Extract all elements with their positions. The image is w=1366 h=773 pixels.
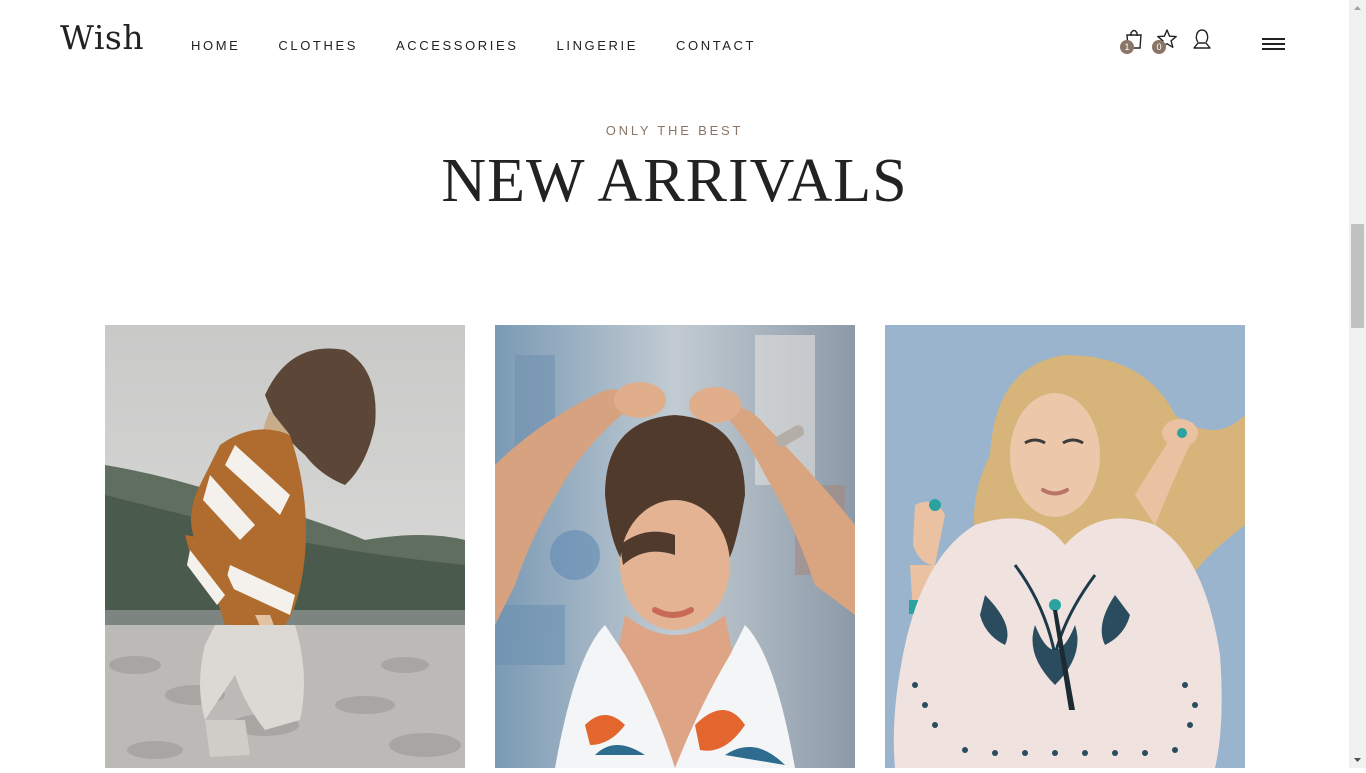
nav-item-contact[interactable]: CONTACT: [676, 38, 756, 53]
hamburger-menu-icon: [1262, 38, 1285, 40]
header-icons: 1 0: [1118, 28, 1218, 58]
scroll-thumb[interactable]: [1351, 224, 1364, 328]
wishlist-button[interactable]: 0: [1152, 28, 1177, 56]
product-image: [885, 325, 1245, 768]
nav-item-clothes[interactable]: CLOTHES: [278, 38, 358, 53]
chevron-down-icon: [1354, 758, 1361, 762]
site-logo[interactable]: Wish: [60, 18, 144, 57]
scroll-up-button[interactable]: [1349, 0, 1366, 17]
product-image: [495, 325, 855, 768]
section-eyebrow: ONLY THE BEST: [605, 123, 744, 138]
nav-item-home[interactable]: HOME: [191, 38, 240, 53]
hamburger-line: [1262, 43, 1285, 45]
wishlist-count-badge: 0: [1152, 40, 1166, 54]
section-title: NEW ARRIVALS: [441, 147, 908, 215]
nav-item-lingerie[interactable]: LINGERIE: [557, 38, 638, 53]
product-image: [105, 325, 465, 768]
chevron-up-icon: [1354, 6, 1361, 10]
cart-button[interactable]: 1: [1120, 28, 1144, 56]
hamburger-line: [1262, 48, 1285, 50]
scroll-down-button[interactable]: [1349, 751, 1366, 768]
product-card[interactable]: [105, 325, 465, 768]
account-button[interactable]: [1188, 28, 1212, 56]
user-icon: [1193, 29, 1211, 49]
main-nav: HOME CLOTHES ACCESSORIES LINGERIE CONTAC…: [191, 38, 794, 53]
hamburger-menu-button[interactable]: [1262, 36, 1286, 52]
nav-item-accessories[interactable]: ACCESSORIES: [396, 38, 519, 53]
page: Wish HOME CLOTHES ACCESSORIES LINGERIE C…: [0, 0, 1349, 768]
cart-count-badge: 1: [1120, 40, 1134, 54]
product-card[interactable]: [495, 325, 855, 768]
page-scrollbar[interactable]: [1349, 0, 1366, 768]
product-card[interactable]: [885, 325, 1245, 768]
